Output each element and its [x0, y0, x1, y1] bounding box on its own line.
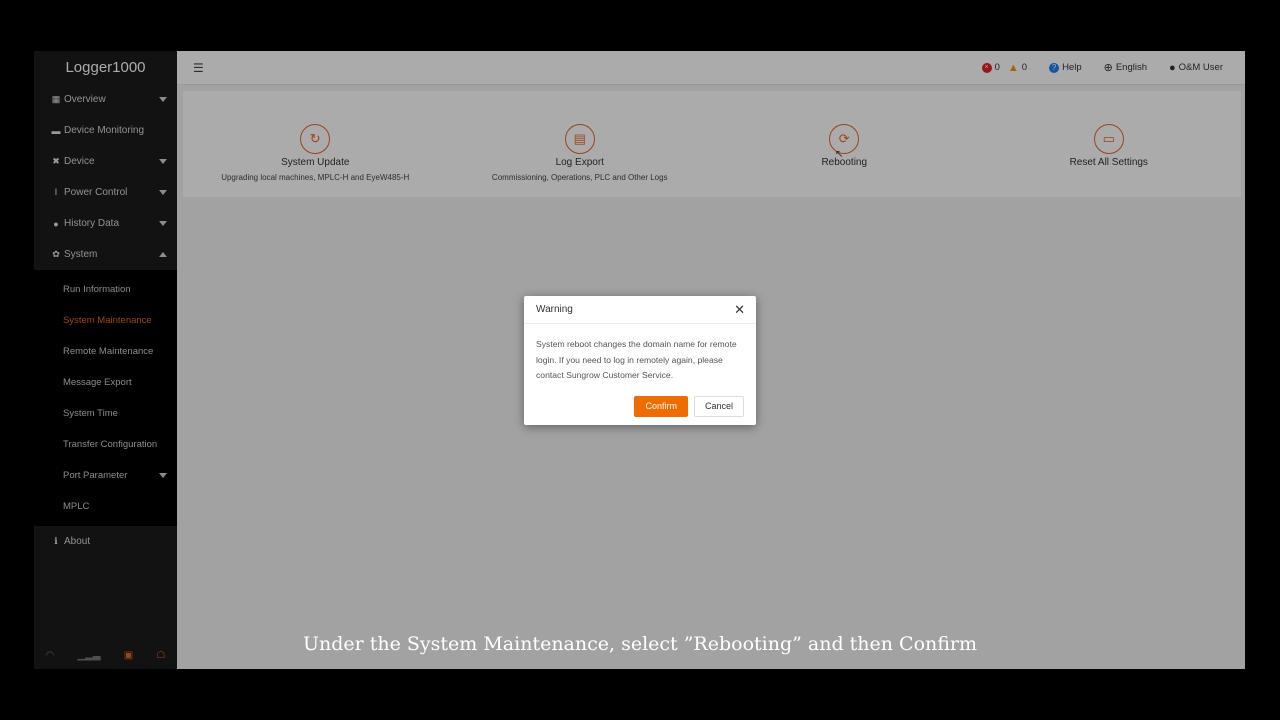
- dialog-header: Warning ✕: [524, 296, 756, 324]
- dialog-message: System reboot changes the domain name fo…: [536, 339, 737, 380]
- video-caption: Under the System Maintenance, select ”Re…: [302, 633, 978, 655]
- close-icon[interactable]: ✕: [734, 302, 745, 318]
- dialog-buttons: Confirm Cancel: [628, 396, 744, 417]
- cancel-button[interactable]: Cancel: [693, 396, 744, 417]
- confirm-button[interactable]: Confirm: [634, 396, 688, 417]
- dialog-title: Warning: [536, 304, 573, 315]
- warning-dialog: Warning ✕ System reboot changes the doma…: [524, 296, 756, 425]
